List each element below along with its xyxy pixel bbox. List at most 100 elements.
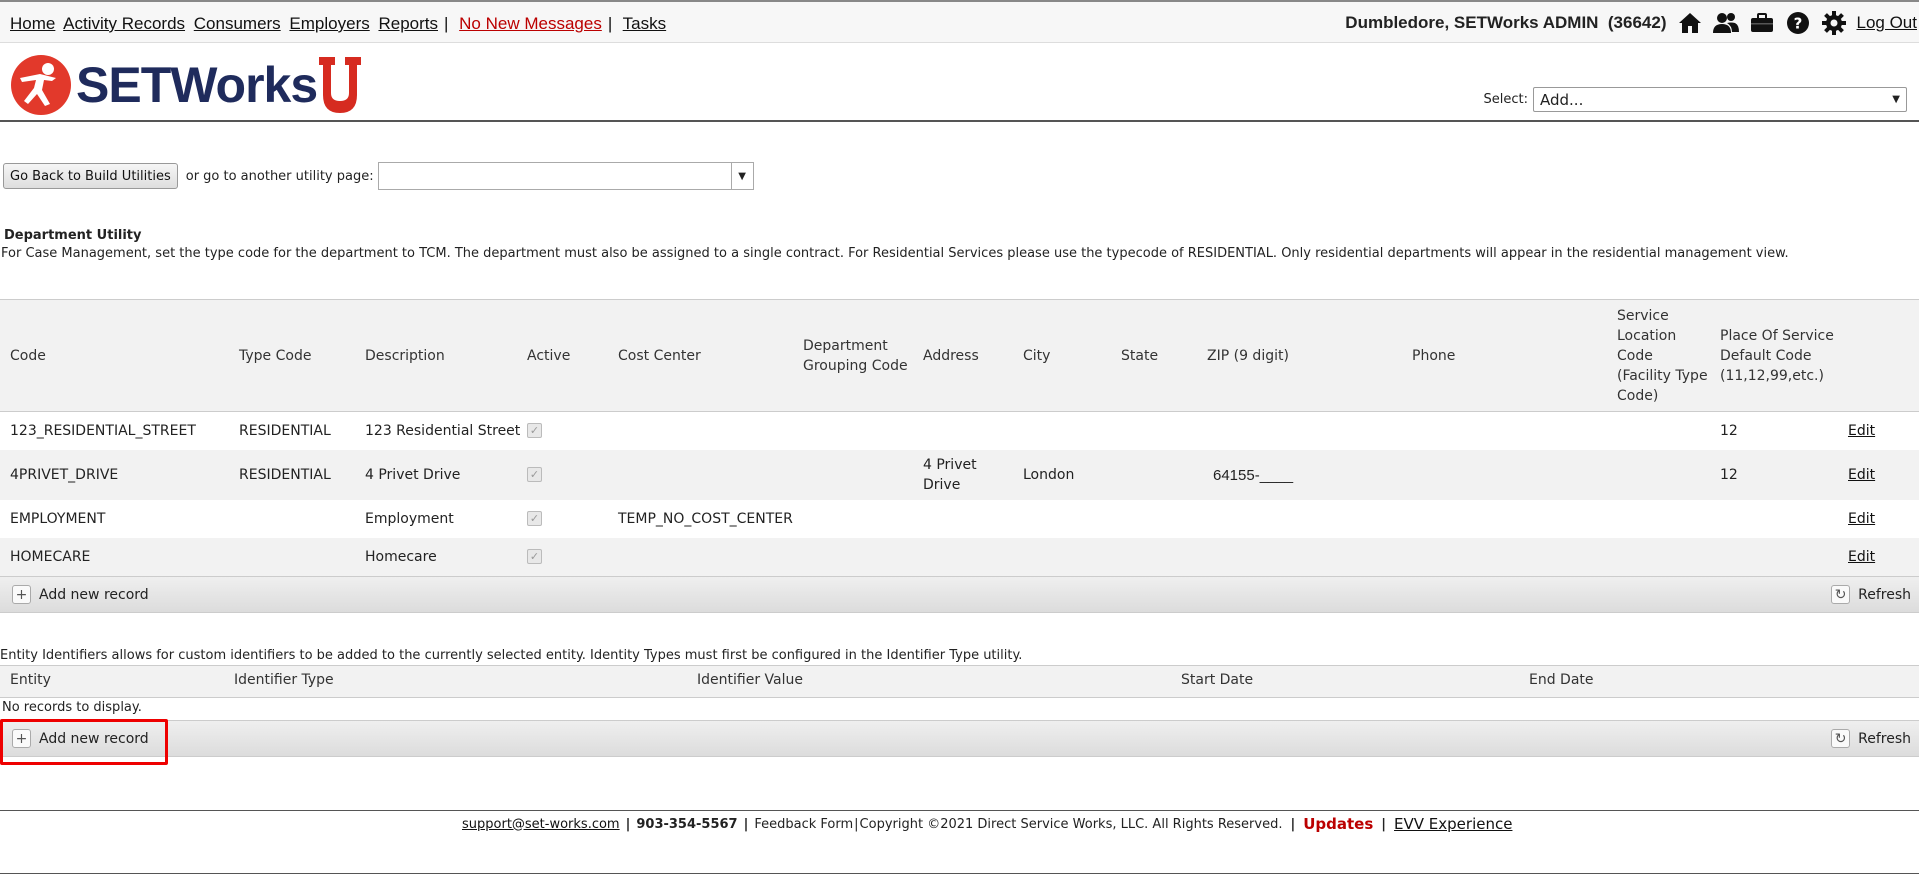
column-header-entity[interactable]: Entity: [10, 672, 51, 688]
nav-consumers[interactable]: Consumers: [194, 14, 281, 33]
add-select-dropdown[interactable]: Add... ▼: [1533, 87, 1907, 112]
footer: support@set-works.com | 903-354-5567 | F…: [0, 810, 1919, 874]
main-nav: Home Activity Records Consumers Employer…: [10, 14, 670, 34]
highlight-box: [0, 719, 168, 765]
active-checkbox: ✓: [527, 511, 542, 526]
plus-icon: +: [12, 585, 31, 604]
cell-code: 123_RESIDENTIAL_STREET: [10, 423, 196, 439]
edit-link[interactable]: Edit: [1848, 423, 1875, 439]
table-row[interactable]: 4PRIVET_DRIVE RESIDENTIAL 4 Privet Drive…: [0, 450, 1919, 500]
column-header-phone[interactable]: Phone: [1412, 346, 1455, 366]
cell-description: 4 Privet Drive: [365, 467, 461, 483]
entity-command-bar: + Add new record ↻ Refresh: [0, 720, 1919, 757]
nav-reports[interactable]: Reports: [378, 14, 438, 33]
cell-description: Homecare: [365, 549, 437, 565]
edit-link[interactable]: Edit: [1848, 467, 1875, 483]
table-row[interactable]: 123_RESIDENTIAL_STREET RESIDENTIAL 123 R…: [0, 412, 1919, 450]
column-header-cost-center[interactable]: Cost Center: [618, 346, 701, 366]
column-header-state[interactable]: State: [1121, 346, 1158, 366]
column-header-identifier-type[interactable]: Identifier Type: [234, 672, 334, 688]
column-header-code[interactable]: Code: [10, 346, 46, 366]
table-row[interactable]: HOMECARE Homecare ✓ Edit: [0, 538, 1919, 576]
refresh-icon: ↻: [1831, 585, 1851, 604]
nav-messages[interactable]: No New Messages: [459, 14, 602, 33]
page-description: For Case Management, set the type code f…: [1, 246, 1789, 261]
gear-icon[interactable]: [1819, 11, 1849, 35]
grid-header: Entity Identifier Type Identifier Value …: [0, 666, 1919, 698]
grid-command-bar: + Add new record ↻ Refresh: [0, 576, 1919, 613]
table-row[interactable]: EMPLOYMENT Employment ✓ TEMP_NO_COST_CEN…: [0, 500, 1919, 538]
cell-type-code: RESIDENTIAL: [239, 423, 331, 439]
nav-separator: |: [444, 14, 449, 33]
select-label: Select:: [1483, 92, 1528, 107]
utility-page-input[interactable]: [379, 163, 731, 189]
column-header-start-date[interactable]: Start Date: [1181, 672, 1253, 688]
refresh-label: Refresh: [1858, 586, 1911, 603]
logo-u-mark: [319, 57, 362, 113]
support-email-link[interactable]: support@set-works.com: [462, 817, 620, 832]
cell-city: London: [1023, 467, 1075, 483]
chevron-down-icon: ▼: [1892, 94, 1900, 105]
support-phone: 903-354-5567: [636, 816, 738, 832]
nav-activity-records[interactable]: Activity Records: [63, 14, 185, 33]
cell-place-of-service: 12: [1720, 467, 1738, 483]
active-checkbox: ✓: [527, 467, 542, 482]
add-new-record-button[interactable]: + Add new record: [12, 585, 149, 604]
users-icon[interactable]: [1711, 11, 1741, 35]
home-icon[interactable]: [1675, 11, 1705, 35]
active-checkbox: ✓: [527, 423, 542, 438]
cell-description: 123 Residential Street: [365, 423, 521, 439]
briefcase-icon[interactable]: [1747, 11, 1777, 35]
back-to-build-utilities-button[interactable]: Go Back to Build Utilities: [3, 163, 178, 189]
refresh-button[interactable]: ↻ Refresh: [1831, 585, 1911, 604]
cell-code: EMPLOYMENT: [10, 511, 106, 527]
copyright-text: Copyright ©2021 Direct Service Works, LL…: [859, 816, 1283, 832]
column-header-department-grouping-code[interactable]: Department Grouping Code: [803, 336, 913, 376]
setworks-logo[interactable]: SETWorks: [10, 54, 362, 116]
utility-page-label: or go to another utility page:: [185, 168, 374, 184]
feedback-form-link[interactable]: Feedback Form: [754, 817, 853, 832]
column-header-end-date[interactable]: End Date: [1529, 672, 1594, 688]
column-header-service-location-code[interactable]: Service Location Code (Facility Type Cod…: [1617, 306, 1709, 406]
entity-identifiers-description: Entity Identifiers allows for custom ide…: [0, 648, 1023, 663]
utility-page-combobox[interactable]: ▼: [377, 162, 754, 190]
top-navigation-bar: Home Activity Records Consumers Employer…: [0, 0, 1919, 43]
edit-link[interactable]: Edit: [1848, 549, 1875, 565]
grid-command-bar: + Add new record ↻ Refresh: [0, 720, 1919, 757]
footer-links: support@set-works.com | 903-354-5567 | F…: [462, 815, 1513, 833]
column-header-active[interactable]: Active: [527, 346, 570, 366]
column-header-zip[interactable]: ZIP (9 digit): [1207, 346, 1289, 366]
column-header-identifier-value[interactable]: Identifier Value: [697, 672, 803, 688]
column-header-city[interactable]: City: [1023, 346, 1050, 366]
svg-text:?: ?: [1793, 15, 1802, 33]
refresh-icon: ↻: [1831, 729, 1851, 748]
logout-link[interactable]: Log Out: [1857, 13, 1918, 33]
cell-description: Employment: [365, 511, 454, 527]
column-header-description[interactable]: Description: [365, 346, 445, 366]
add-select-value: Add...: [1540, 90, 1584, 109]
active-checkbox: ✓: [527, 549, 542, 564]
edit-link[interactable]: Edit: [1848, 511, 1875, 527]
help-icon[interactable]: ?: [1783, 11, 1813, 35]
updates-link[interactable]: Updates: [1303, 815, 1373, 833]
user-name: Dumbledore, SETWorks ADMIN (36642): [1345, 13, 1667, 32]
add-new-record-label: Add new record: [39, 586, 149, 603]
entity-identifiers-grid: Entity Identifier Type Identifier Value …: [0, 665, 1919, 698]
column-header-address[interactable]: Address: [923, 346, 979, 366]
header: SETWorks Select: Add... ▼: [0, 44, 1919, 122]
nav-employers[interactable]: Employers: [289, 14, 369, 33]
utility-navigation: Go Back to Build Utilities or go to anot…: [3, 162, 754, 190]
chevron-down-icon[interactable]: ▼: [730, 163, 753, 189]
evv-experience-link[interactable]: EVV Experience: [1394, 815, 1512, 833]
cell-place-of-service: 12: [1720, 423, 1738, 439]
nav-separator: |: [607, 14, 613, 33]
refresh-button[interactable]: ↻ Refresh: [1831, 729, 1911, 748]
cell-code: 4PRIVET_DRIVE: [10, 467, 119, 483]
cell-cost-center: TEMP_NO_COST_CENTER: [618, 511, 793, 527]
column-header-place-of-service[interactable]: Place Of Service Default Code (11,12,99,…: [1720, 326, 1840, 386]
nav-home[interactable]: Home: [10, 14, 55, 33]
cell-zip: 64155-____: [1213, 467, 1294, 484]
column-header-type-code[interactable]: Type Code: [239, 346, 311, 366]
nav-tasks[interactable]: Tasks: [623, 14, 666, 33]
grid-header: Code Type Code Description Active Cost C…: [0, 300, 1919, 412]
